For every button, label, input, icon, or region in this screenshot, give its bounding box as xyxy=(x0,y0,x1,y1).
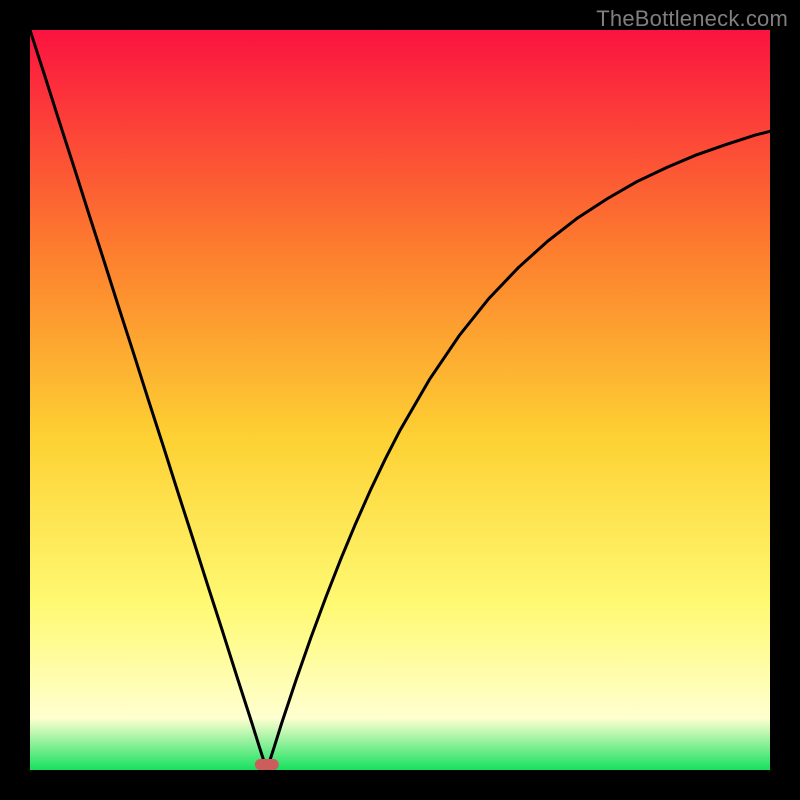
optimal-marker xyxy=(255,759,279,770)
chart-frame: TheBottleneck.com xyxy=(0,0,800,800)
chart-svg xyxy=(30,30,770,770)
plot-area xyxy=(30,30,770,770)
gradient-background xyxy=(30,30,770,770)
watermark-text: TheBottleneck.com xyxy=(596,6,788,32)
